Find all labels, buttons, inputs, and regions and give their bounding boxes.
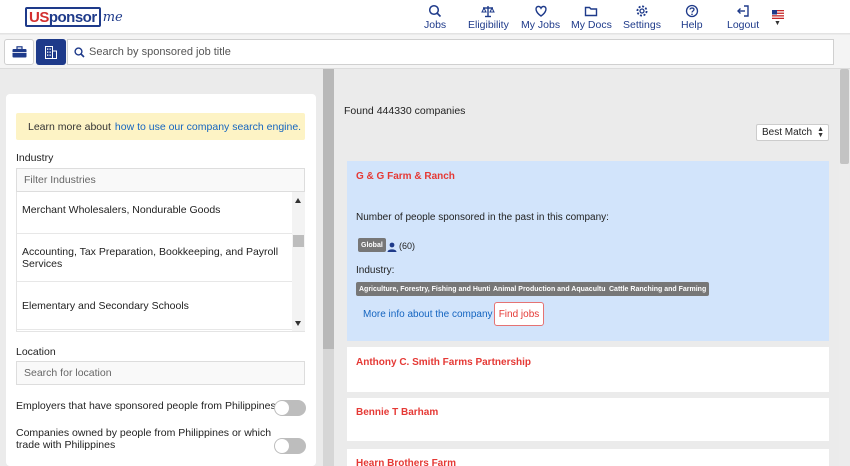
nav-eligibility-label: Eligibility <box>468 19 509 31</box>
page-scrollbar[interactable] <box>839 69 850 466</box>
results-count: Found 444330 companies <box>344 105 466 117</box>
nav-settings[interactable]: Settings <box>623 4 661 31</box>
company-card[interactable]: Bennie T Barham <box>347 398 829 441</box>
industry-option[interactable]: Merchant Wholesalers, Nondurable Goods <box>17 192 293 234</box>
sort-value: Best Match <box>762 127 813 138</box>
banner-text: Learn more about <box>28 120 111 133</box>
logo-box: US ponsor <box>25 7 101 27</box>
scrollbar-thumb[interactable] <box>840 69 849 164</box>
filter-panel: Learn more about how to use our company … <box>6 94 316 466</box>
nav-jobs-label: Jobs <box>424 19 447 31</box>
logo-me: me <box>102 9 123 25</box>
industry-label: Industry <box>16 152 54 164</box>
search-icon <box>429 4 442 18</box>
industry-list: Merchant Wholesalers, Nondurable Goods A… <box>16 192 305 332</box>
industry-filter-input[interactable] <box>16 168 305 192</box>
folder-icon <box>585 6 598 17</box>
nav-my-docs-label: My Docs <box>571 19 612 31</box>
location-label: Location <box>16 346 56 358</box>
sort-select[interactable]: Best Match ▲ ▼ <box>756 124 829 141</box>
scroll-up-icon[interactable] <box>295 198 301 203</box>
job-title-search-input[interactable] <box>89 46 789 58</box>
help-icon <box>685 4 698 18</box>
find-jobs-button[interactable]: Find jobs <box>494 302 544 326</box>
search-icon <box>74 46 85 58</box>
logo[interactable]: US ponsor me <box>25 6 123 28</box>
sponsored-from-country-toggle[interactable] <box>274 400 306 416</box>
toggle-row-sponsored: Employers that have sponsored people fro… <box>16 400 306 416</box>
company-card[interactable]: G & G Farm & Ranch Number of people spon… <box>347 161 829 341</box>
nav-help-label: Help <box>681 19 703 31</box>
building-icon <box>45 45 57 59</box>
company-name[interactable]: G & G Farm & Ranch <box>356 171 455 182</box>
industry-option[interactable]: Elementary and Secondary Schools <box>17 282 293 330</box>
industry-tag: Cattle Ranching and Farming <box>606 282 710 296</box>
nav-logout-label: Logout <box>727 19 760 31</box>
company-name[interactable]: Anthony C. Smith Farms Partnership <box>356 357 531 368</box>
nav-my-jobs[interactable]: My Jobs <box>521 4 560 31</box>
nav-jobs[interactable]: Jobs <box>424 4 446 31</box>
sponsored-count: (60) <box>399 241 416 251</box>
search-box <box>67 39 834 65</box>
language-caret-icon[interactable]: ▼ <box>774 20 781 27</box>
industry-option[interactable]: Accounting, Tax Preparation, Bookkeeping… <box>17 234 293 282</box>
company-name[interactable]: Bennie T Barham <box>356 407 438 418</box>
briefcase-icon <box>12 46 26 58</box>
gear-icon <box>636 5 648 17</box>
company-card[interactable]: Hearn Brothers Farm <box>347 449 829 466</box>
nav-logout[interactable]: Logout <box>727 4 759 31</box>
company-card[interactable]: Anthony C. Smith Farms Partnership <box>347 347 829 392</box>
search-help-banner: Learn more about how to use our company … <box>16 113 305 140</box>
scroll-down-icon[interactable] <box>295 321 301 326</box>
sponsored-count-text: Number of people sponsored in the past i… <box>356 212 609 223</box>
company-name[interactable]: Hearn Brothers Farm <box>356 458 456 466</box>
nav-my-docs[interactable]: My Docs <box>571 4 612 31</box>
industry-list-scrollbar[interactable] <box>292 192 305 331</box>
toggle-row-owned: Companies owned by people from Philippin… <box>16 427 306 455</box>
filter-panel-scrollbar[interactable] <box>323 69 334 466</box>
companies-view-button[interactable] <box>36 39 66 65</box>
toggle-sponsored-label: Employers that have sponsored people fro… <box>16 400 276 412</box>
owned-by-country-toggle[interactable] <box>274 438 306 454</box>
location-search-input[interactable] <box>16 361 305 385</box>
industry-heading: Industry: <box>356 265 395 276</box>
nav-eligibility[interactable]: Eligibility <box>468 4 509 31</box>
logout-icon <box>737 5 749 17</box>
sort-chevron-icon: ▲ ▼ <box>817 126 824 139</box>
toggle-owned-label: Companies owned by people from Philippin… <box>16 427 272 451</box>
scrollbar-thumb[interactable] <box>323 69 334 349</box>
industry-tag: Animal Production and Aquaculture <box>490 282 616 296</box>
scrollbar-thumb[interactable] <box>293 235 304 247</box>
heart-icon <box>534 5 547 17</box>
top-navbar: US ponsor me Jobs Eligibility My Jobs My … <box>0 0 850 34</box>
jobs-view-button[interactable] <box>4 39 34 65</box>
logo-sponsor: ponsor <box>48 8 97 26</box>
logo-us: US <box>29 8 49 26</box>
nav-settings-label: Settings <box>623 19 661 31</box>
us-flag-icon[interactable] <box>772 10 784 19</box>
industry-tag: Agriculture, Forestry, Fishing and Hunti… <box>356 282 503 296</box>
search-help-link[interactable]: how to use our company search engine. <box>115 121 301 133</box>
more-info-link[interactable]: More info about the company <box>363 309 493 320</box>
person-icon <box>387 242 397 252</box>
nav-my-jobs-label: My Jobs <box>521 19 561 31</box>
scope-badge: Global <box>358 238 386 252</box>
scale-icon <box>481 6 496 18</box>
nav-help[interactable]: Help <box>681 4 703 31</box>
search-row <box>0 35 850 69</box>
